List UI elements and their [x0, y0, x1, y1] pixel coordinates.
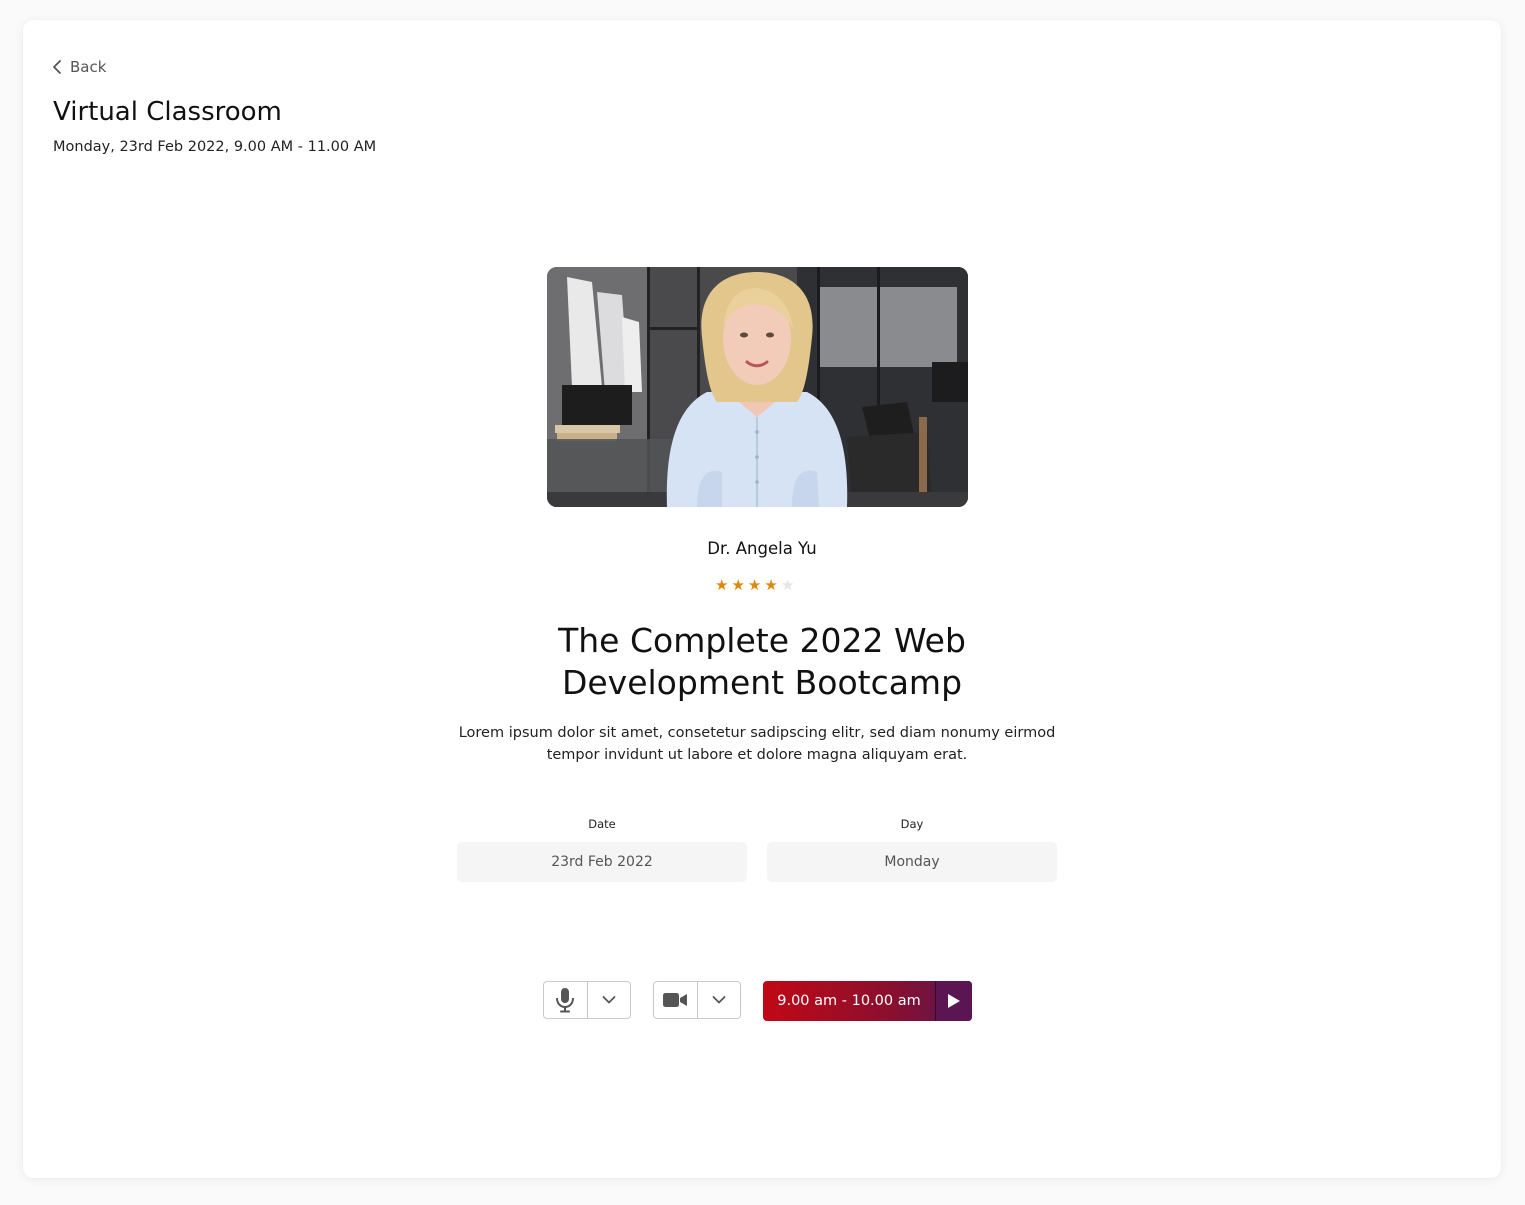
- microphone-dropdown-button[interactable]: [588, 982, 631, 1018]
- star-icon: ★: [764, 576, 778, 594]
- join-play-button[interactable]: [935, 981, 972, 1021]
- date-input[interactable]: [457, 842, 747, 882]
- microphone-toggle-button[interactable]: [544, 982, 588, 1018]
- course-title-line-2: Development Bootcamp: [561, 663, 963, 702]
- course-description-line-2: tempor invidunt ut labore et dolore magn…: [546, 747, 968, 763]
- course-title-line-1: The Complete 2022 Web: [558, 621, 966, 660]
- microphone-icon: [556, 988, 575, 1013]
- instructor-video-image: [547, 267, 968, 507]
- back-label: Back: [70, 58, 107, 76]
- play-icon: [948, 994, 960, 1008]
- classroom-card: Back Virtual Classroom Monday, 23rd Feb …: [23, 20, 1501, 1178]
- back-link[interactable]: Back: [52, 58, 106, 76]
- instructor-rating: ★ ★ ★ ★ ★: [715, 577, 794, 593]
- day-field: Day: [767, 817, 1057, 882]
- page-title: Virtual Classroom: [53, 97, 282, 127]
- chevron-down-icon: [712, 996, 726, 1004]
- join-session-time: 9.00 am - 10.00 am: [777, 993, 921, 1009]
- chevron-left-icon: [53, 60, 61, 74]
- star-icon: ★: [731, 576, 745, 594]
- camera-control: [653, 981, 741, 1019]
- instructor-name: Dr. Angela Yu: [707, 539, 817, 558]
- star-icon: ★: [715, 576, 729, 594]
- instructor-video[interactable]: [547, 267, 968, 507]
- date-label: Date: [588, 817, 616, 831]
- star-empty-icon: ★: [780, 576, 795, 594]
- chevron-down-icon: [602, 996, 616, 1004]
- video-camera-icon: [663, 993, 688, 1007]
- day-label: Day: [900, 817, 924, 831]
- session-datetime: Monday, 23rd Feb 2022, 9.00 AM - 11.00 A…: [53, 139, 377, 155]
- camera-dropdown-button[interactable]: [698, 982, 741, 1018]
- date-field: Date: [457, 817, 747, 882]
- star-icon: ★: [747, 576, 762, 594]
- join-session-button[interactable]: 9.00 am - 10.00 am: [763, 981, 972, 1021]
- course-description: Lorem ipsum dolor sit amet, consetetur s…: [457, 722, 1057, 766]
- microphone-control: [543, 981, 631, 1019]
- camera-toggle-button[interactable]: [654, 982, 698, 1018]
- day-input[interactable]: [767, 842, 1057, 882]
- course-description-line-1: Lorem ipsum dolor sit amet, consetetur s…: [458, 725, 1056, 741]
- course-title: The Complete 2022 Web Development Bootca…: [23, 620, 1501, 704]
